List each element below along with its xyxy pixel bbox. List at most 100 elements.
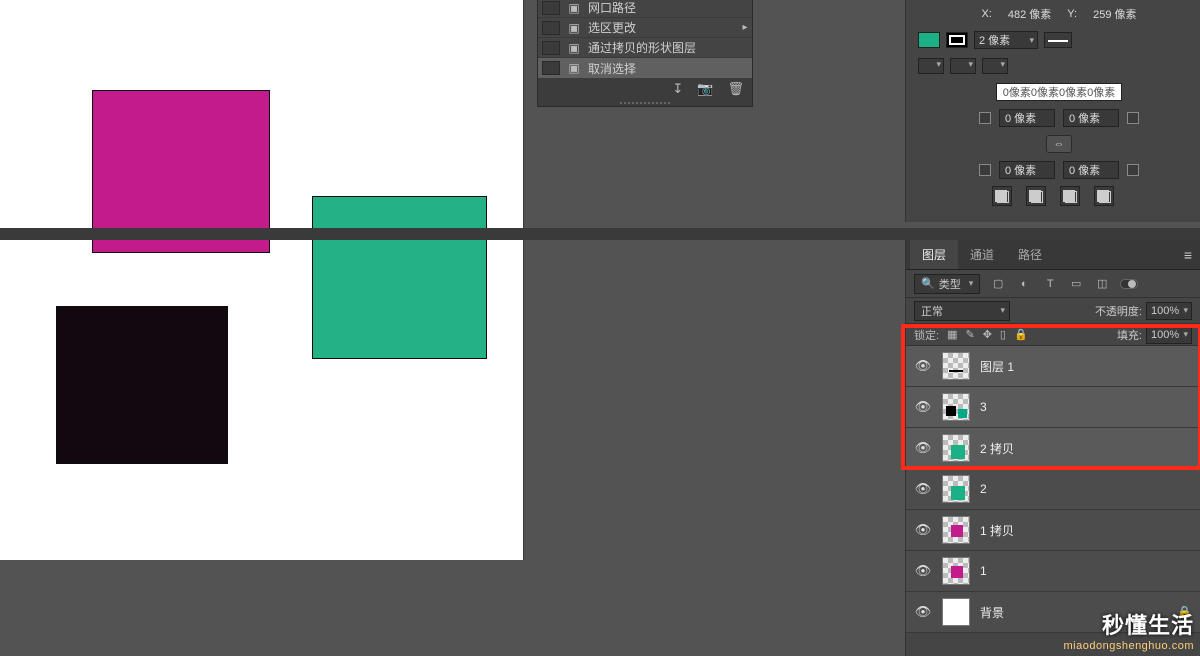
align-select[interactable] — [982, 58, 1008, 74]
filter-pixel-icon[interactable]: ▢ — [990, 276, 1006, 292]
lock-paint-icon[interactable]: ✎ — [965, 328, 974, 341]
corner-bottom-left-chk[interactable] — [979, 164, 991, 176]
visibility-eye-icon[interactable]: 👁 — [914, 563, 932, 579]
layer-name[interactable]: 2 拷贝 — [980, 440, 1014, 457]
checkbox-icon[interactable] — [542, 1, 560, 15]
layer-thumbnail[interactable] — [942, 434, 970, 462]
filter-smart-icon[interactable]: ◫ — [1094, 276, 1110, 292]
lock-icon: 🔒 — [1177, 605, 1192, 619]
filter-toggle[interactable] — [1120, 279, 1138, 289]
visibility-eye-icon[interactable]: 👁 — [914, 481, 932, 497]
footer-icon-download[interactable]: ↧ — [672, 81, 683, 97]
link-corners-button[interactable]: ⇔ — [1046, 135, 1072, 153]
layers-panel: 图层 通道 路径 ≡ 🔍 类型 ▢ ◐ T ▭ ◫ 正常 不透明度: 100% … — [905, 240, 1200, 656]
context-menu-item[interactable]: ▣通过拷贝的形状图层 — [538, 38, 752, 58]
context-menu-item[interactable]: ▣网口路径 — [538, 0, 752, 18]
layer-row[interactable]: 👁 2 拷贝 — [906, 428, 1200, 469]
layer-name[interactable]: 背景 — [980, 604, 1004, 621]
submenu-arrow-icon: ▸ — [738, 22, 752, 33]
stroke-width-select[interactable]: 2 像素 — [974, 31, 1038, 49]
opacity-value[interactable]: 100% — [1146, 302, 1192, 320]
layer-row[interactable]: 👁 1 拷贝 — [906, 510, 1200, 551]
filter-adjust-icon[interactable]: ◐ — [1016, 276, 1032, 292]
layer-thumbnail[interactable] — [942, 516, 970, 544]
properties-panel: X: 482 像素 Y: 259 像素 2 像素 0像素0像素0像素0像素 0 … — [905, 0, 1200, 222]
panel-menu-icon[interactable]: ≡ — [1184, 247, 1192, 263]
pathfinder-unite[interactable] — [992, 186, 1012, 206]
join-select[interactable] — [950, 58, 976, 74]
layer-thumbnail[interactable] — [942, 475, 970, 503]
context-menu-item[interactable]: ▣ 选区更改▸ — [538, 18, 752, 38]
layer-name[interactable]: 3 — [980, 400, 987, 414]
layer-thumbnail[interactable] — [942, 352, 970, 380]
page-icon: ▣ — [566, 21, 582, 35]
lock-move-icon[interactable]: ✥ — [983, 328, 992, 341]
cap-select[interactable] — [918, 58, 944, 74]
context-menu-label: 选区更改 — [588, 19, 738, 36]
y-value[interactable]: 259 像素 — [1093, 6, 1136, 22]
page-icon: ▣ — [566, 41, 582, 55]
context-menu-item[interactable]: ▣取消选择 — [538, 58, 752, 78]
layer-row[interactable]: 👁2 — [906, 469, 1200, 510]
footer-icon-trash[interactable]: 🗑 — [727, 81, 744, 97]
lock-all-icon[interactable]: 🔒 — [1014, 328, 1028, 341]
page-icon: ▣ — [566, 61, 582, 75]
tab-layers[interactable]: 图层 — [910, 240, 958, 269]
layer-row[interactable]: 👁3 — [906, 387, 1200, 428]
layer-thumbnail[interactable] — [942, 393, 970, 421]
lock-artboard-icon[interactable]: ▯ — [1000, 328, 1006, 341]
visibility-eye-icon[interactable]: 👁 — [914, 358, 932, 374]
y-label: Y: — [1067, 8, 1077, 20]
fill-value[interactable]: 100% — [1146, 326, 1192, 344]
checkbox-icon[interactable] — [542, 61, 560, 75]
layer-name[interactable]: 1 — [980, 564, 987, 578]
corner-values[interactable]: 0像素0像素0像素0像素 — [996, 83, 1122, 101]
corner-top-right-chk[interactable] — [1127, 112, 1139, 124]
footer-icon-camera[interactable]: 📷 — [697, 81, 713, 97]
visibility-eye-icon[interactable]: 👁 — [914, 440, 932, 456]
stroke-style-select[interactable] — [1044, 32, 1072, 48]
context-menu: ▣网口路径▣选区更改▸▣通过拷贝的形状图层▣取消选择 ↧ 📷 🗑 — [537, 0, 753, 107]
layer-name[interactable]: 1 拷贝 — [980, 522, 1014, 539]
x-value[interactable]: 482 像素 — [1008, 6, 1051, 22]
blend-mode-select[interactable]: 正常 — [914, 301, 1010, 321]
page-icon: ▣ — [566, 1, 582, 15]
visibility-eye-icon[interactable]: 👁 — [914, 604, 932, 620]
layer-row[interactable]: 👁 图层 1 — [906, 346, 1200, 387]
filter-type-select[interactable]: 🔍 类型 — [914, 274, 980, 294]
layer-name[interactable]: 图层 1 — [980, 358, 1014, 375]
checkbox-icon[interactable] — [542, 41, 560, 55]
shape-green-rect[interactable] — [312, 196, 487, 359]
pathfinder-intersect[interactable] — [1060, 186, 1080, 206]
fill-swatch[interactable] — [918, 32, 940, 48]
layer-row[interactable]: 👁1 — [906, 551, 1200, 592]
corner-bottom-right[interactable]: 0 像素 — [1063, 161, 1119, 179]
pathfinder-exclude[interactable] — [1094, 186, 1114, 206]
pathfinder-subtract[interactable] — [1026, 186, 1046, 206]
context-menu-footer: ↧ 📷 🗑 — [538, 78, 752, 100]
layer-thumbnail[interactable] — [942, 557, 970, 585]
shape-dark-rect[interactable] — [56, 306, 228, 464]
corner-top-left-chk[interactable] — [979, 112, 991, 124]
visibility-eye-icon[interactable]: 👁 — [914, 399, 932, 415]
context-menu-grip[interactable] — [538, 100, 752, 106]
checkbox-icon[interactable] — [542, 21, 560, 35]
layer-thumbnail[interactable] — [942, 598, 970, 626]
tab-paths[interactable]: 路径 — [1006, 240, 1054, 269]
blend-row: 正常 不透明度: 100% — [906, 298, 1200, 324]
filter-type-icon[interactable]: T — [1042, 276, 1058, 292]
corner-bottom-left[interactable]: 0 像素 — [999, 161, 1055, 179]
document-canvas[interactable] — [0, 0, 524, 560]
x-label: X: — [981, 8, 991, 20]
layer-row[interactable]: 👁 背景 🔒 — [906, 592, 1200, 633]
corner-top-right[interactable]: 0 像素 — [1063, 109, 1119, 127]
visibility-eye-icon[interactable]: 👁 — [914, 522, 932, 538]
lock-transparent-icon[interactable]: ▦ — [947, 328, 957, 341]
corner-bottom-right-chk[interactable] — [1127, 164, 1139, 176]
corner-top-left[interactable]: 0 像素 — [999, 109, 1055, 127]
filter-shape-icon[interactable]: ▭ — [1068, 276, 1084, 292]
tab-channels[interactable]: 通道 — [958, 240, 1006, 269]
layer-name[interactable]: 2 — [980, 482, 987, 496]
opacity-label: 不透明度: — [1095, 303, 1142, 319]
stroke-swatch[interactable] — [946, 32, 968, 48]
